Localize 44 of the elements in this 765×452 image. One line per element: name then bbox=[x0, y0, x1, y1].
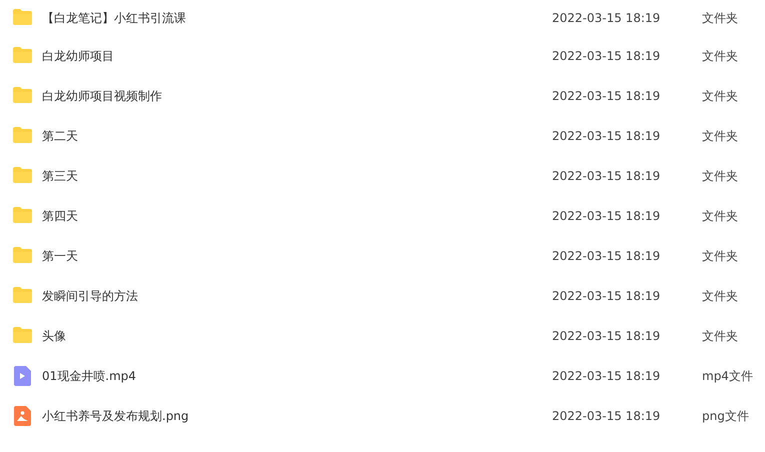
modified-date: 2022-03-15 18:19 bbox=[552, 329, 662, 343]
file-type: 文件夹 bbox=[702, 248, 738, 264]
folder-icon bbox=[12, 126, 33, 146]
file-type: mp4文件 bbox=[702, 368, 753, 384]
folder-icon bbox=[12, 206, 33, 226]
modified-date: 2022-03-15 18:19 bbox=[552, 11, 662, 25]
modified-date: 2022-03-15 18:19 bbox=[552, 289, 662, 303]
modified-date: 2022-03-15 18:19 bbox=[552, 49, 662, 63]
folder-icon bbox=[12, 286, 33, 306]
modified-date: 2022-03-15 18:19 bbox=[552, 89, 662, 103]
file-type: 文件夹 bbox=[702, 10, 738, 26]
file-name[interactable]: 第三天 bbox=[42, 168, 552, 184]
folder-icon bbox=[12, 46, 33, 66]
modified-date: 2022-03-15 18:19 bbox=[552, 169, 662, 183]
file-name[interactable]: 01现金井喷.mp4 bbox=[42, 368, 552, 384]
file-name[interactable]: 小红书养号及发布规划.png bbox=[42, 408, 552, 424]
file-name[interactable]: 白龙幼师项目 bbox=[42, 48, 552, 64]
file-name[interactable]: 头像 bbox=[42, 328, 552, 344]
folder-icon bbox=[12, 246, 33, 266]
modified-date: 2022-03-15 18:19 bbox=[552, 409, 662, 423]
modified-date: 2022-03-15 18:19 bbox=[552, 249, 662, 263]
image-file-icon bbox=[12, 406, 33, 426]
modified-date: 2022-03-15 18:19 bbox=[552, 369, 662, 383]
file-type: 文件夹 bbox=[702, 208, 738, 224]
modified-date: 2022-03-15 18:19 bbox=[552, 129, 662, 143]
folder-icon bbox=[12, 8, 33, 28]
file-type: 文件夹 bbox=[702, 168, 738, 184]
file-name[interactable]: 发瞬间引导的方法 bbox=[42, 288, 552, 304]
file-name[interactable]: 【白龙笔记】小红书引流课 bbox=[42, 10, 552, 26]
file-type: 文件夹 bbox=[702, 128, 738, 144]
modified-date: 2022-03-15 18:19 bbox=[552, 209, 662, 223]
file-type: 文件夹 bbox=[702, 288, 738, 304]
file-type: png文件 bbox=[702, 408, 749, 424]
folder-icon bbox=[12, 326, 33, 346]
file-type: 文件夹 bbox=[702, 88, 738, 104]
video-file-icon bbox=[12, 366, 33, 386]
folder-icon bbox=[12, 86, 33, 106]
file-type: 文件夹 bbox=[702, 48, 738, 64]
file-name[interactable]: 第四天 bbox=[42, 208, 552, 224]
file-type: 文件夹 bbox=[702, 328, 738, 344]
file-name[interactable]: 白龙幼师项目视频制作 bbox=[42, 88, 552, 104]
folder-icon bbox=[12, 166, 33, 186]
file-name[interactable]: 第二天 bbox=[42, 128, 552, 144]
file-name[interactable]: 第一天 bbox=[42, 248, 552, 264]
